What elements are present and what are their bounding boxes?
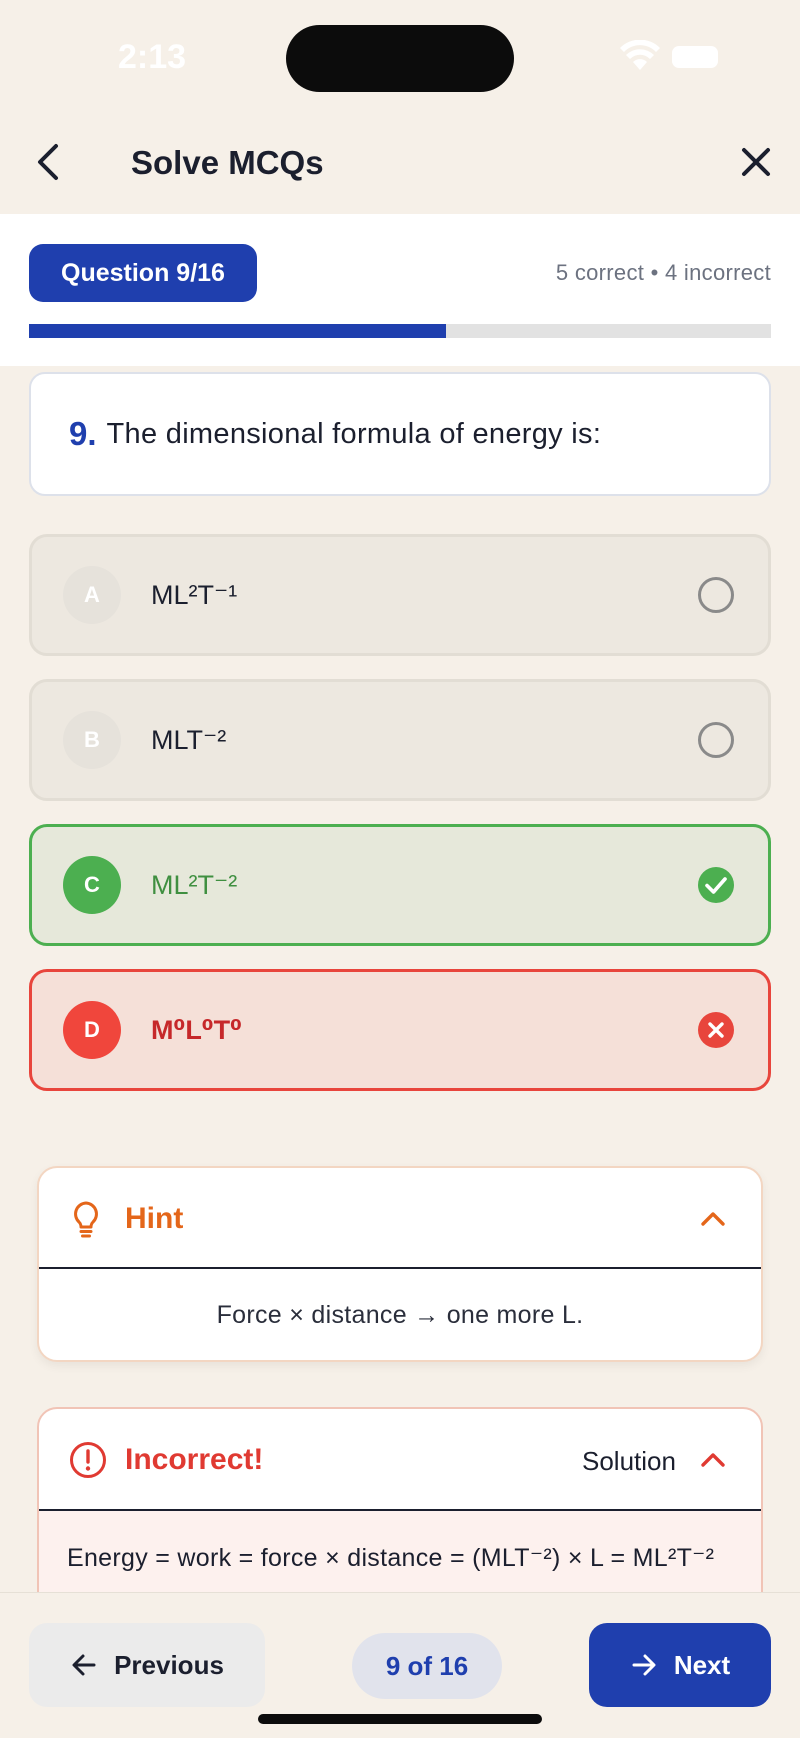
progress-fill <box>29 324 447 338</box>
question-number: 9. <box>69 415 97 452</box>
option-text: M⁰L⁰T⁰ <box>151 1015 242 1045</box>
option-text: ML²T⁻¹ <box>151 580 238 610</box>
option-letter: D <box>63 1001 121 1059</box>
close-icon[interactable] <box>736 142 776 182</box>
hint-text: Force × distance → one more L. <box>216 1301 584 1329</box>
status-bar: 2:13 <box>0 0 800 110</box>
score-summary: 5 correct • 4 incorrect <box>555 260 771 285</box>
hint-title: Hint <box>125 1202 184 1235</box>
progress-track <box>29 324 771 338</box>
hint-card: Hint Force × distance → one more L. <box>37 1166 763 1362</box>
battery-icon <box>672 46 718 68</box>
hint-toggle[interactable]: Hint <box>39 1168 761 1269</box>
page-indicator: 9 of 16 <box>352 1633 502 1699</box>
chevron-left-icon[interactable] <box>28 140 72 184</box>
question-text: The dimensional formula of energy is: <box>106 417 602 450</box>
alert-circle-icon <box>70 1442 106 1478</box>
progress-panel: Question 9/16 5 correct • 4 incorrect <box>0 214 800 366</box>
home-indicator <box>258 1714 542 1724</box>
status-time: 2:13 <box>118 38 187 76</box>
next-button[interactable]: Next <box>589 1623 771 1707</box>
previous-label: Previous <box>114 1649 224 1680</box>
lightbulb-icon <box>74 1201 98 1238</box>
dynamic-island <box>286 25 514 92</box>
question-counter-badge: Question 9/16 <box>29 244 257 302</box>
option-b[interactable]: B MLT⁻² <box>29 679 771 801</box>
page-title: Solve MCQs <box>131 144 324 181</box>
solution-toggle[interactable]: Incorrect! Solution <box>39 1409 761 1511</box>
option-c[interactable]: C ML²T⁻² <box>29 824 771 946</box>
radio-empty-icon <box>698 722 734 758</box>
option-letter: C <box>63 856 121 914</box>
option-letter: A <box>63 566 121 624</box>
arrow-right-icon <box>632 1654 656 1676</box>
previous-button[interactable]: Previous <box>29 1623 265 1707</box>
check-circle-icon <box>698 867 734 903</box>
option-text: ML²T⁻² <box>151 870 238 900</box>
option-a[interactable]: A ML²T⁻¹ <box>29 534 771 656</box>
result-status: Incorrect! <box>125 1443 264 1476</box>
question-card: 9. The dimensional formula of energy is: <box>29 372 771 496</box>
option-d[interactable]: D M⁰L⁰T⁰ <box>29 969 771 1091</box>
nav-header: Solve MCQs <box>0 110 800 214</box>
option-letter: B <box>63 711 121 769</box>
next-label: Next <box>673 1649 731 1680</box>
chevron-up-icon <box>701 1453 725 1467</box>
wifi-icon <box>620 40 660 70</box>
chevron-up-icon <box>701 1212 725 1226</box>
arrow-left-icon <box>72 1654 96 1676</box>
radio-empty-icon <box>698 577 734 613</box>
solution-label: Solution <box>582 1446 676 1476</box>
x-circle-icon <box>698 1012 734 1048</box>
option-text: MLT⁻² <box>151 725 227 755</box>
